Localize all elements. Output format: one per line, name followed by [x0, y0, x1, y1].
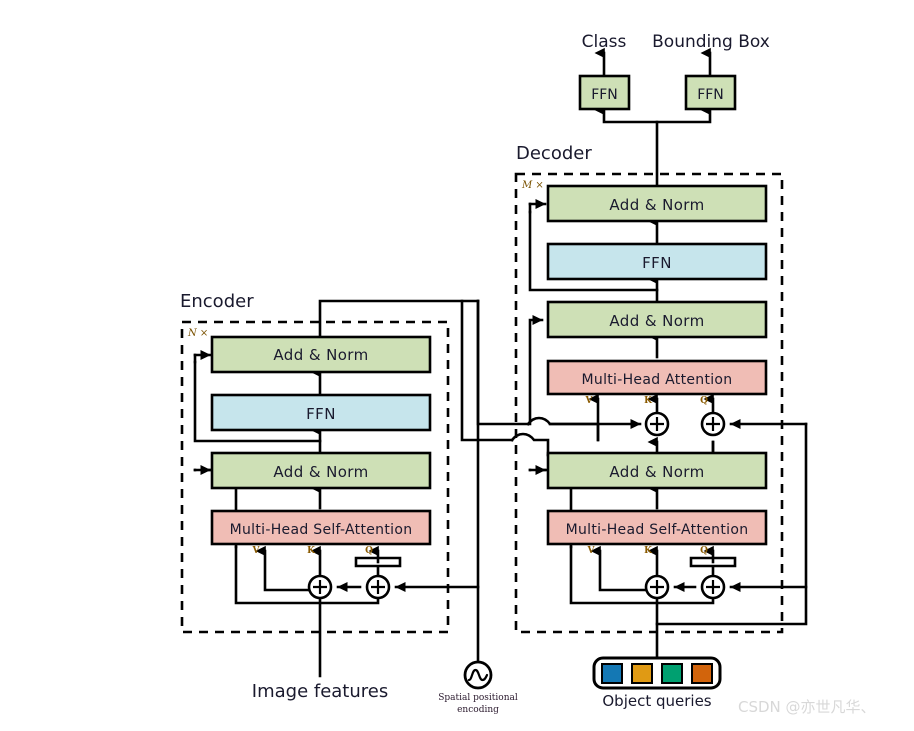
- class-ffn-box[interactable]: FFN: [578, 74, 631, 111]
- object-queries-group[interactable]: Object queries: [592, 656, 722, 710]
- decoder-block-add-norm-mid[interactable]: Add & Norm: [546, 300, 768, 339]
- encoder-block-add-norm-bottom[interactable]: Add & Norm: [210, 451, 432, 490]
- object-query-swatch[interactable]: [691, 663, 713, 684]
- encoder-port-v: V: [252, 546, 261, 556]
- encoder-output-bus-1: [476, 299, 530, 426]
- bbox-ffn-box[interactable]: FFN: [684, 74, 737, 111]
- encoder-block-add-norm-top[interactable]: Add & Norm: [210, 335, 432, 374]
- decoder-block-add-norm-bottom[interactable]: Add & Norm: [546, 451, 768, 490]
- decoder-v-join: [548, 422, 600, 442]
- encoder-repeat-count: N ×: [187, 328, 208, 339]
- prediction-heads: Class Bounding Box FFN FFN: [578, 32, 770, 111]
- decoder-cross-plus-k: [644, 411, 670, 437]
- decoder-out-to-bbox-ffn: [655, 104, 712, 124]
- decoder-block-add-norm-top[interactable]: Add & Norm: [546, 184, 768, 223]
- encoder-block-label: Multi-Head Self-Attention: [230, 522, 413, 538]
- bbox-ffn-label: FFN: [697, 87, 724, 103]
- spatial-positional-encoding: Spatial positional encoding: [438, 660, 518, 715]
- csdn-watermark: CSDN @亦世凡华、: [738, 698, 876, 716]
- decoder-cross-port-k: K: [644, 396, 653, 406]
- detr-architecture-diagram: Encoder N × Add & Norm FFN Add & Norm Mu…: [180, 32, 876, 716]
- posenc-label-line2: encoding: [457, 705, 499, 715]
- encoder-block-self-attention[interactable]: Multi-Head Self-Attention: [210, 509, 432, 546]
- decoder-self-port-q: Q: [700, 546, 708, 556]
- encoder-group: Encoder N × Add & Norm FFN Add & Norm Mu…: [180, 291, 432, 702]
- decoder-self-plus-k: [644, 574, 670, 600]
- decoder-block-label: Add & Norm: [609, 196, 704, 214]
- decoder-block-ffn[interactable]: FFN: [546, 242, 768, 281]
- encoder-plus-k: [307, 574, 333, 600]
- decoder-block-label: Multi-Head Self-Attention: [566, 522, 749, 538]
- decoder-block-label: Multi-Head Attention: [582, 372, 733, 388]
- encoder-block-label: Add & Norm: [273, 463, 368, 481]
- decoder-self-plus-q: [700, 574, 726, 600]
- encoder-plus-q: [365, 574, 391, 600]
- decoder-cross-plus-q: [700, 411, 726, 437]
- decoder-self-port-v: V: [587, 546, 596, 556]
- decoder-repeat-count: M ×: [521, 180, 544, 191]
- decoder-title: Decoder: [516, 143, 592, 164]
- encoder-output-bus-2: [460, 299, 514, 442]
- class-ffn-label: FFN: [591, 87, 618, 103]
- decoder-block-label: FFN: [642, 254, 672, 272]
- encoder-title: Encoder: [180, 291, 254, 312]
- decoder-block-label: Add & Norm: [609, 463, 704, 481]
- object-query-swatch[interactable]: [661, 663, 683, 684]
- decoder-block-label: Add & Norm: [609, 312, 704, 330]
- encoder-output-top: [318, 299, 480, 339]
- object-query-swatch[interactable]: [631, 663, 653, 684]
- encoder-block-label: FFN: [306, 405, 336, 423]
- encoder-port-k: K: [307, 546, 316, 556]
- decoder-self-port-k: K: [644, 546, 653, 556]
- decoder-block-self-attention[interactable]: Multi-Head Self-Attention: [546, 509, 768, 546]
- object-query-swatch[interactable]: [601, 663, 623, 684]
- decoder-block-cross-attention[interactable]: Multi-Head Attention: [546, 359, 768, 396]
- object-queries-label: Object queries: [602, 692, 711, 710]
- encoder-port-q: Q: [365, 546, 373, 556]
- class-output-label: Class: [582, 32, 627, 52]
- bbox-output-label: Bounding Box: [652, 32, 770, 52]
- encoder-input-label: Image features: [252, 681, 388, 702]
- decoder-group: Decoder M × Add & Norm FFN Add & Norm Mu…: [516, 143, 768, 600]
- encoder-block-label: Add & Norm: [273, 346, 368, 364]
- encoder-block-ffn[interactable]: FFN: [210, 393, 432, 432]
- decoder-cross-port-q: Q: [700, 396, 708, 406]
- posenc-label-line1: Spatial positional: [438, 693, 518, 703]
- decoder-cross-port-v: V: [585, 396, 594, 406]
- decoder-residual-mid: [528, 314, 544, 426]
